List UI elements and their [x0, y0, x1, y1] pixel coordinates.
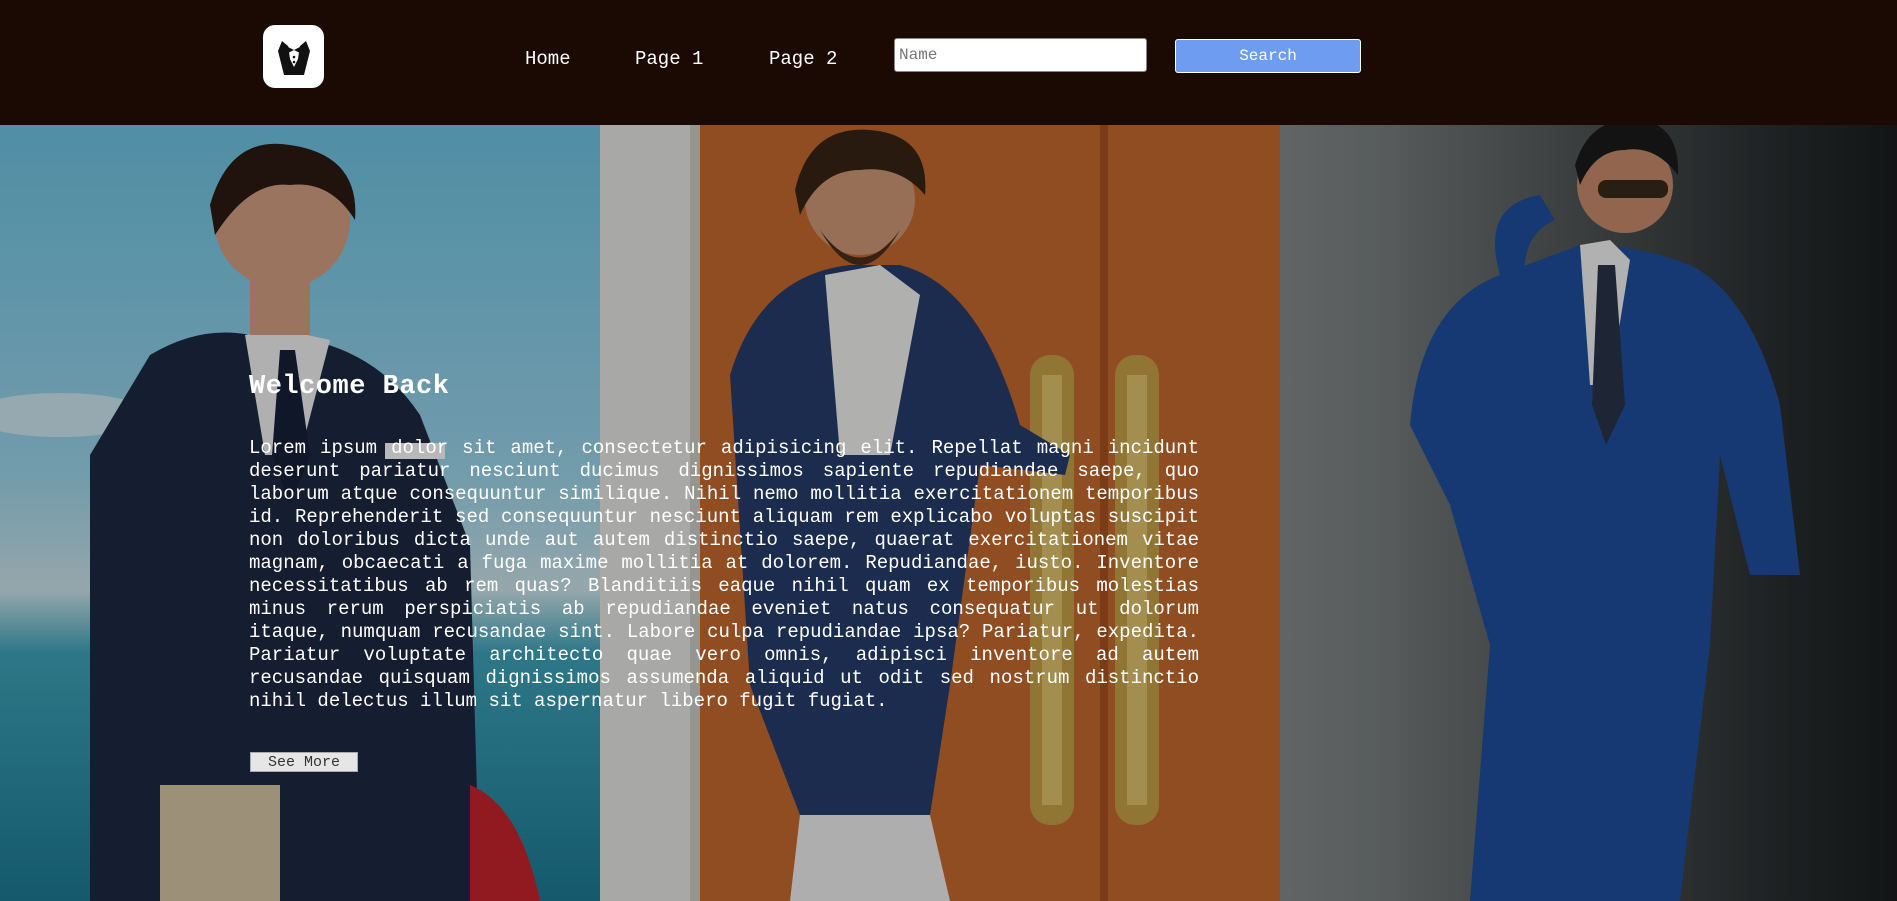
see-more-button[interactable]: See More — [250, 752, 358, 772]
nav-page-1[interactable]: Page 1 — [635, 48, 703, 70]
logo[interactable] — [263, 25, 324, 88]
hero-title: Welcome Back — [249, 372, 450, 402]
hero-body-text: Lorem ipsum dolor sit amet, consectetur … — [249, 437, 1199, 712]
tuxedo-icon — [277, 40, 310, 75]
man-blue-plaid-suit-photo — [1280, 125, 1897, 901]
nav-home[interactable]: Home — [525, 48, 571, 70]
name-search-input[interactable] — [894, 38, 1147, 72]
nav-page-2[interactable]: Page 2 — [769, 48, 837, 70]
top-header: Home Page 1 Page 2 Search — [0, 0, 1897, 125]
search-button[interactable]: Search — [1175, 39, 1361, 73]
